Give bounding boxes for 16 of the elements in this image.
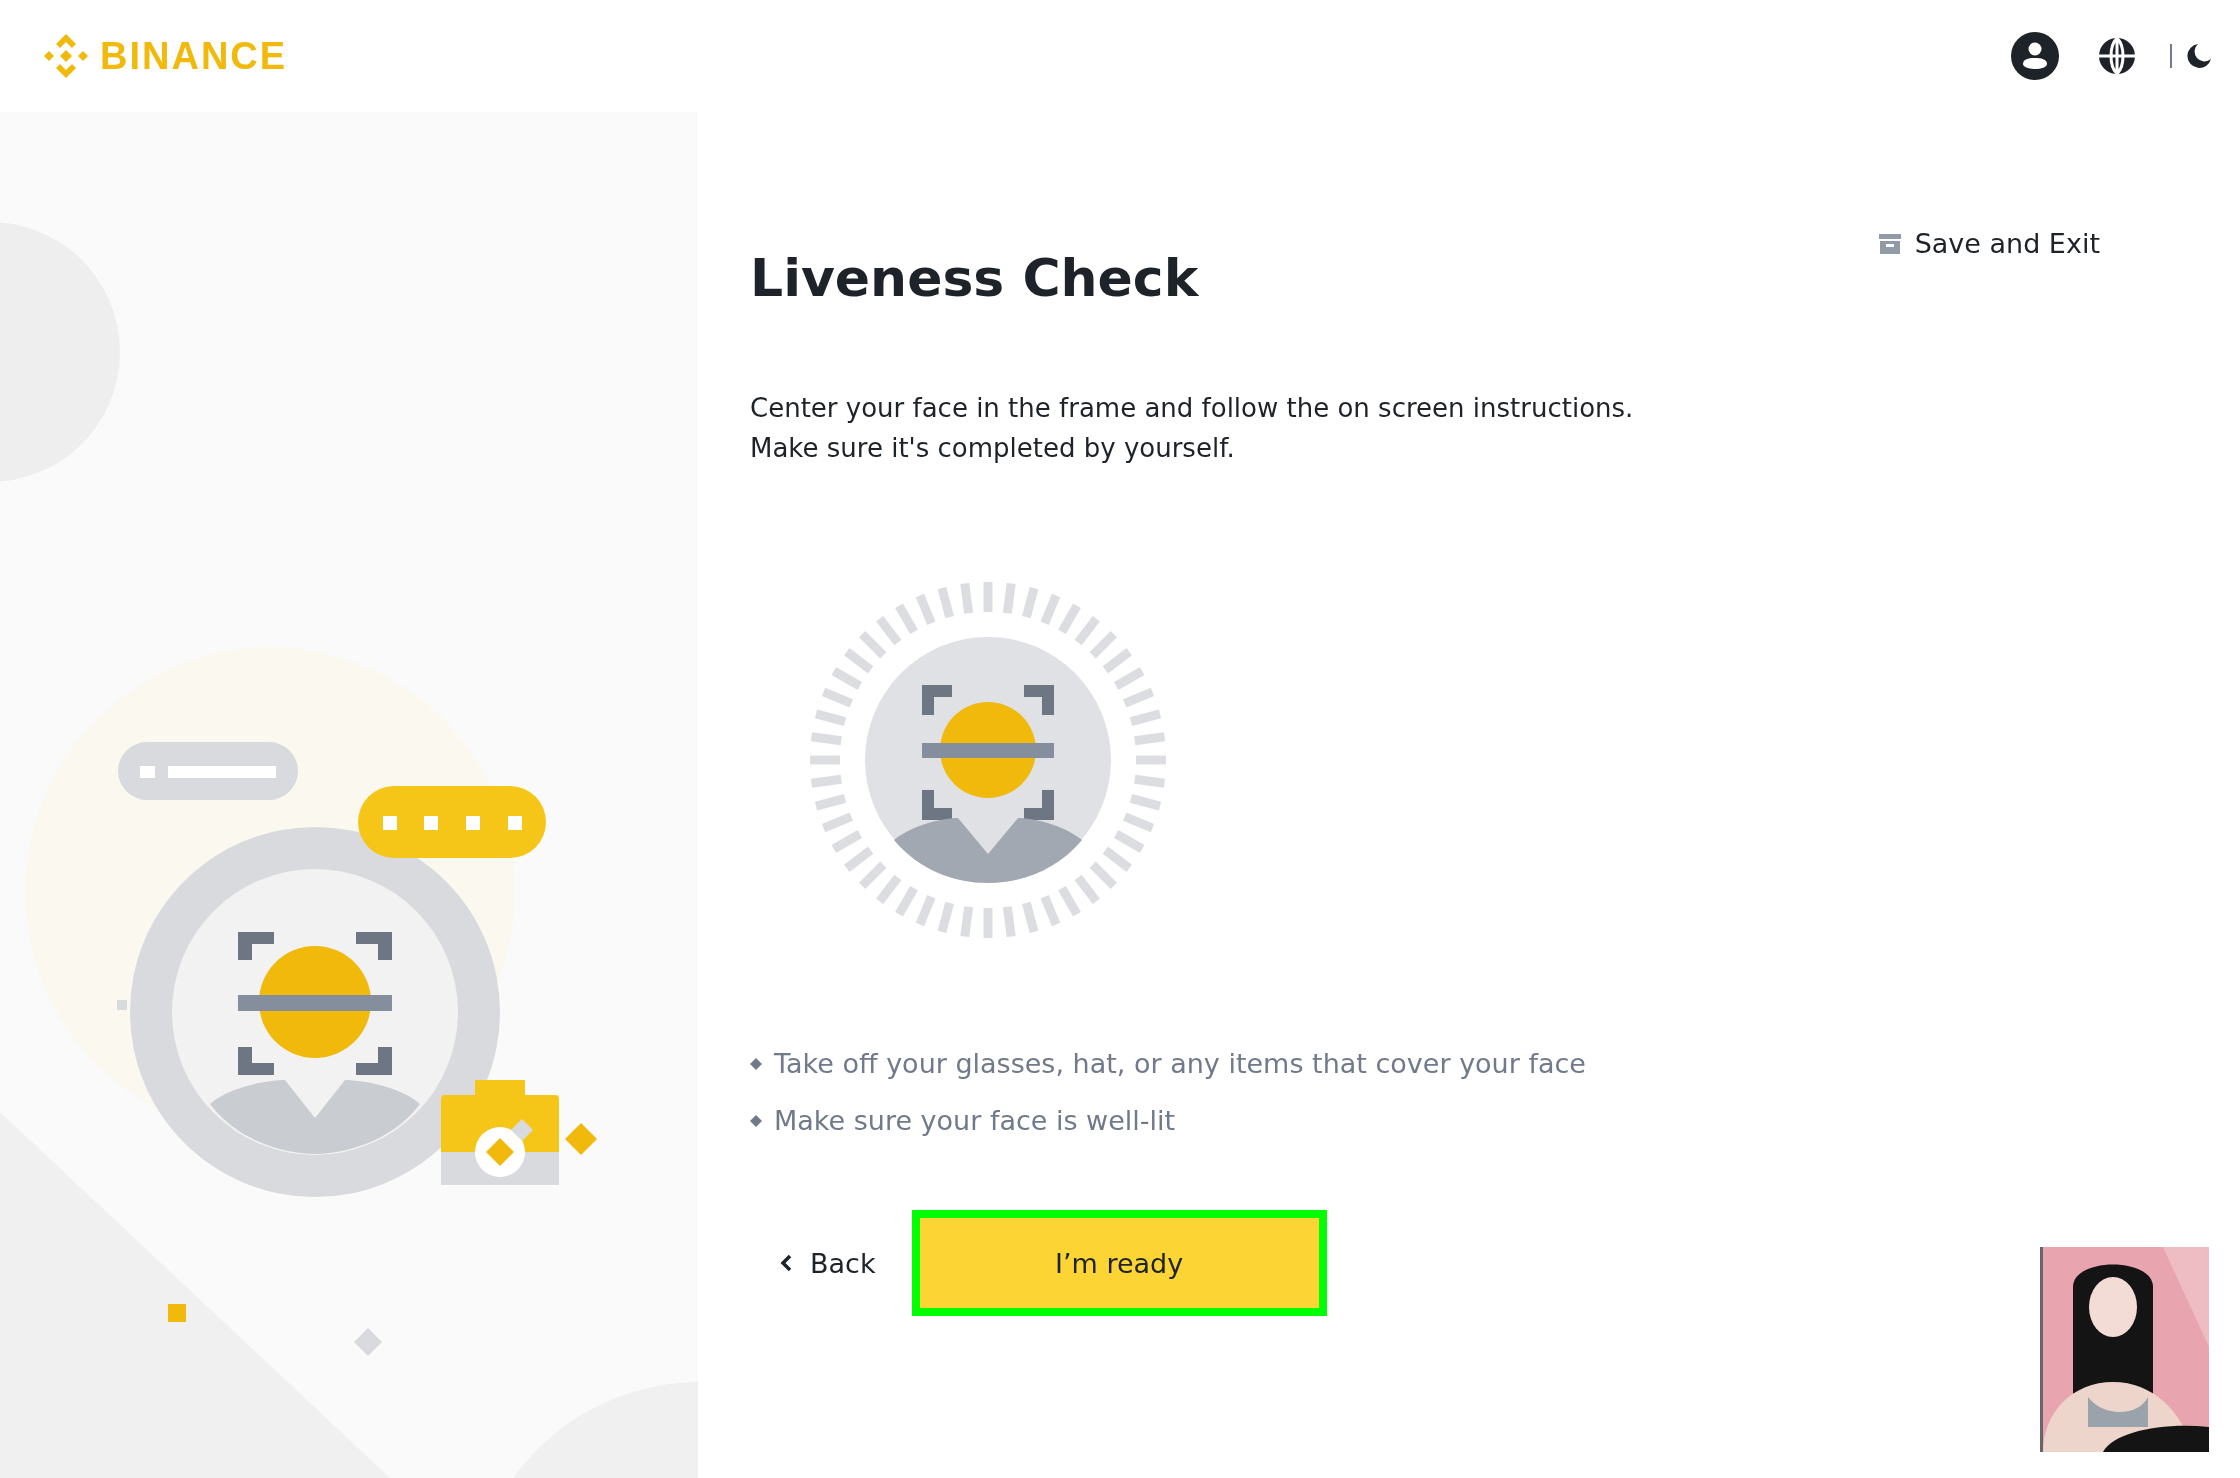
logo-icon [42, 32, 90, 80]
logo-text: BINANCE [100, 34, 288, 78]
user-icon[interactable] [2010, 31, 2060, 81]
chevron-left-icon [780, 1254, 792, 1272]
bullet-icon [750, 1057, 762, 1070]
tip-text: Make sure your face is well-lit [774, 1105, 1176, 1136]
instructions-text: Center your face in the frame and follow the on screen instructions. Make sure it's completed by yourself. [750, 392, 1635, 465]
ready-button[interactable]: I’m ready [911, 1210, 1327, 1316]
save-exit-button[interactable]: Save and Exit [1878, 228, 2100, 259]
globe-icon[interactable] [2098, 37, 2136, 75]
tip-text: Take off your glasses, hat, or any items that cover your face [774, 1048, 1586, 1079]
moon-icon[interactable] [2186, 43, 2212, 69]
page-title: Liveness Check [750, 248, 1199, 308]
back-button[interactable]: Back [750, 1247, 876, 1279]
archive-icon [1878, 232, 1901, 255]
bullet-icon [750, 1114, 762, 1127]
